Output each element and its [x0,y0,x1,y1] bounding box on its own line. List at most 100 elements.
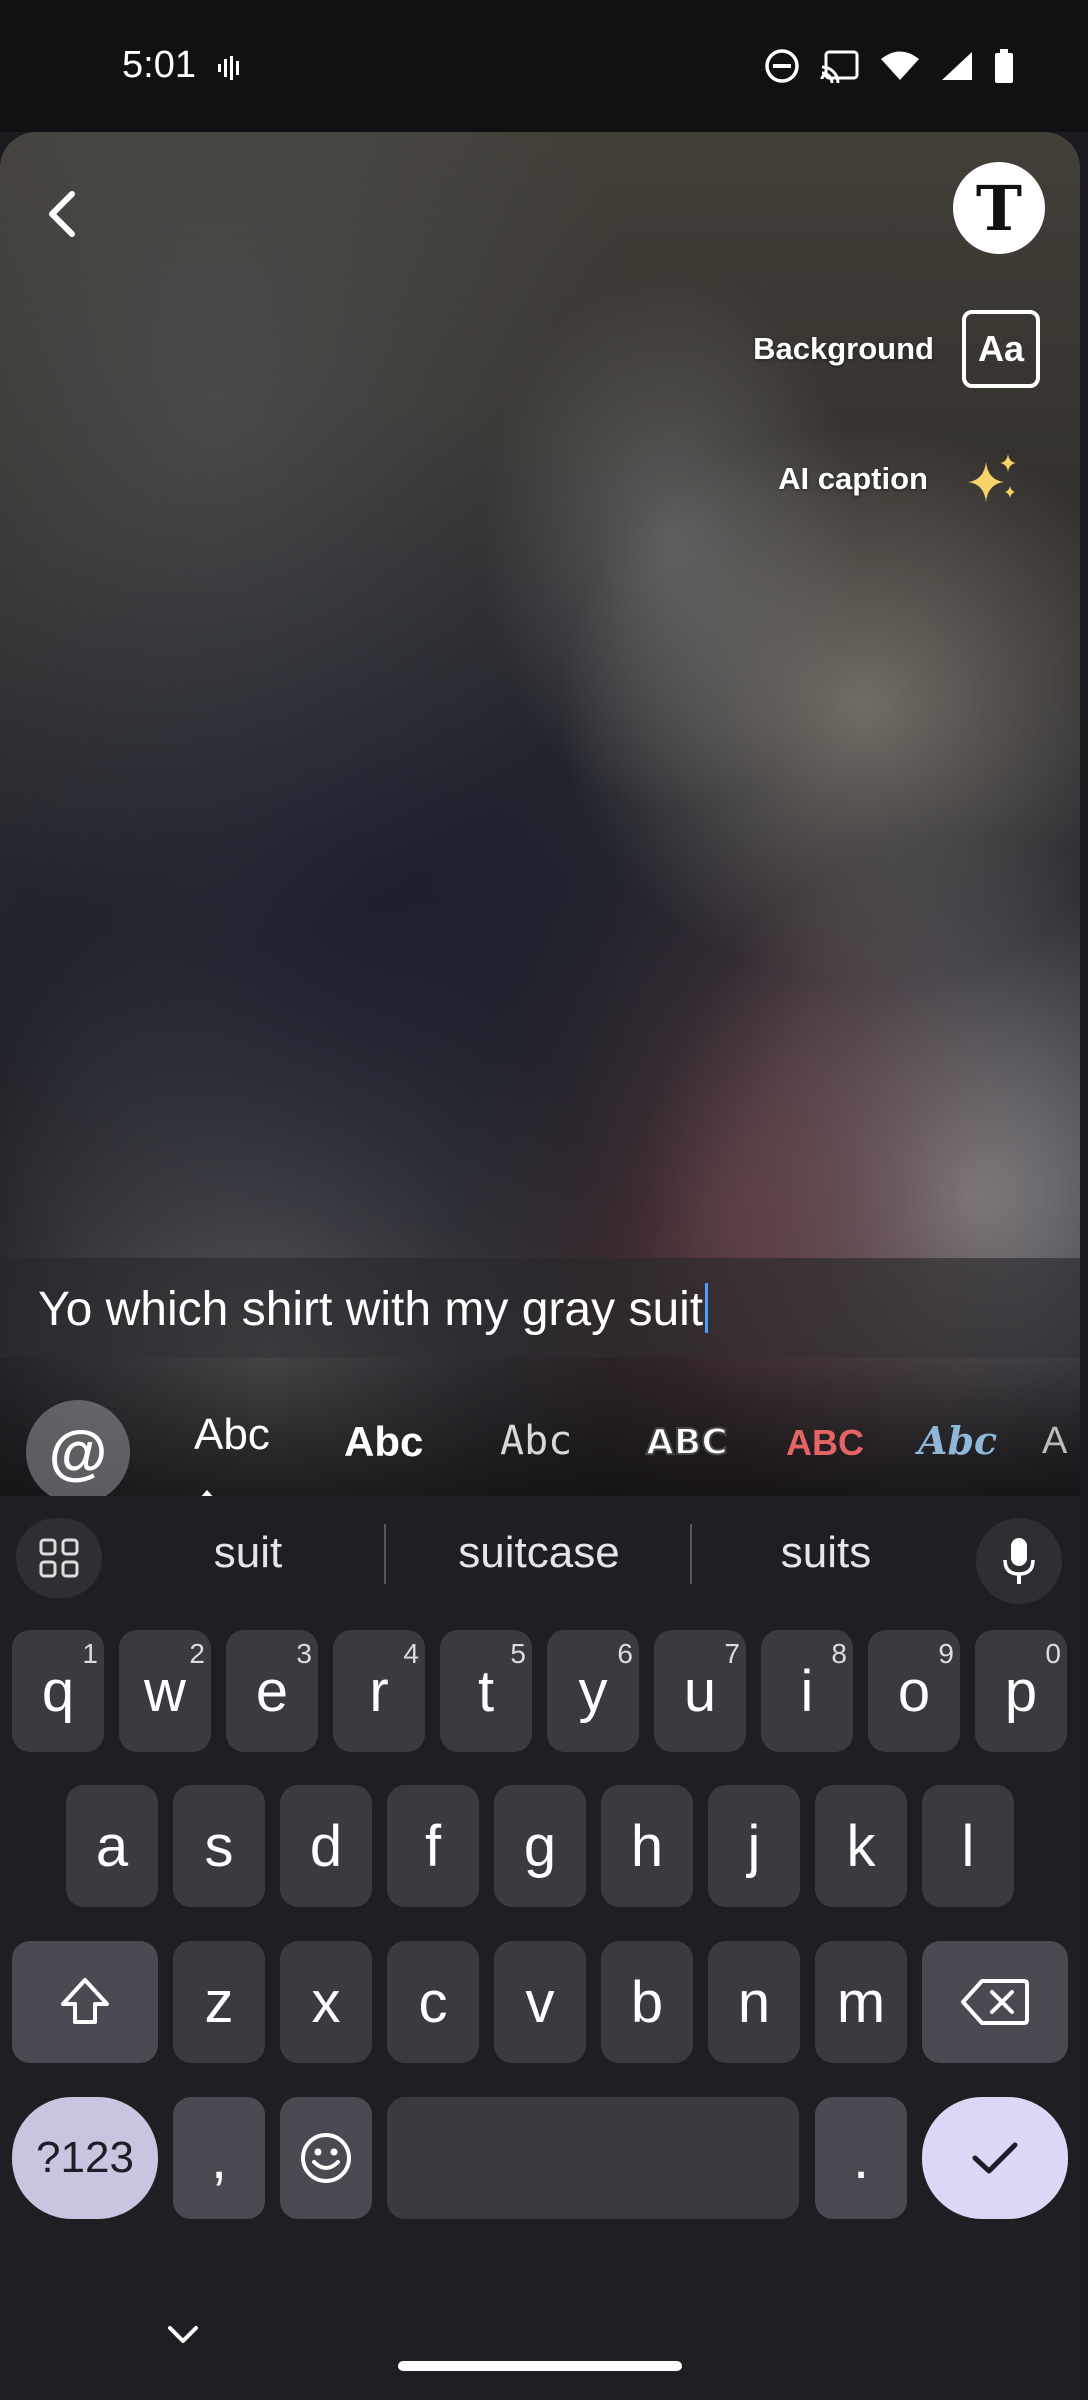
period-key[interactable]: . [815,2097,907,2219]
do-not-disturb-icon [765,49,799,83]
text-tool-label: T [975,172,1023,245]
key-q-hint: 1 [82,1638,98,1669]
key-u-hint: 7 [724,1638,740,1669]
keyboard: suit suitcase suits q1 w2 e3 r4 t5 y6 u7… [0,1496,1080,2400]
space-key[interactable] [387,2097,799,2219]
key-y[interactable]: y6 [547,1630,639,1752]
key-v[interactable]: v [494,1941,586,2063]
background-label: Background [753,331,934,366]
shift-key[interactable] [12,1941,158,2063]
mention-button[interactable]: @ [26,1400,130,1497]
key-j[interactable]: j [708,1785,800,1907]
key-l[interactable]: l [922,1785,1014,1907]
story-photo[interactable]: T Background Aa AI caption Yo which shir… [0,132,1080,1497]
key-w[interactable]: w2 [119,1630,211,1752]
font-option-classic[interactable]: Abc [194,1410,270,1460]
shift-icon [61,1978,109,2024]
key-o[interactable]: o9 [868,1630,960,1752]
key-p-label: p [1004,1658,1038,1724]
hide-keyboard-icon[interactable] [166,2324,200,2346]
font-option-more[interactable]: A [1042,1420,1067,1463]
key-q-label: q [41,1658,75,1724]
key-t-label: t [477,1658,495,1724]
suggestion-3[interactable]: suits [726,1528,926,1578]
emoji-key[interactable] [280,2097,372,2219]
suggestion-divider [384,1524,386,1584]
microphone-icon [1003,1538,1035,1584]
caption-bar[interactable]: Yo which shirt with my gray suit [0,1258,1080,1358]
status-icons [764,48,1014,84]
emoji-icon [301,2133,351,2183]
key-u-label: u [683,1658,717,1724]
ai-caption-label: AI caption [778,461,928,496]
caption-input[interactable]: Yo which shirt with my gray suit [38,1282,709,1337]
voice-activity-icon [218,56,239,80]
signal-icon [942,52,972,80]
key-y-hint: 6 [617,1638,633,1669]
key-w-hint: 2 [189,1638,205,1669]
font-option-typewriter[interactable]: Abc [500,1418,572,1464]
wifi-icon [881,51,919,80]
key-r-label: r [369,1658,389,1724]
done-key[interactable] [922,2097,1068,2219]
cast-icon [820,50,859,83]
suggestion-2[interactable]: suitcase [414,1528,664,1578]
key-i[interactable]: i8 [761,1630,853,1752]
back-arrow-icon[interactable] [38,182,86,246]
key-k[interactable]: k [815,1785,907,1907]
key-t-hint: 5 [510,1638,526,1669]
symbols-key[interactable]: ?123 [12,2097,158,2219]
key-e[interactable]: e3 [226,1630,318,1752]
gesture-nav-handle[interactable] [398,2361,682,2371]
key-b[interactable]: b [601,1941,693,2063]
font-option-bold[interactable]: Abc [344,1418,423,1466]
comma-key[interactable]: , [173,2097,265,2219]
key-e-hint: 3 [296,1638,312,1669]
apps-grid-icon [39,1538,79,1578]
key-m[interactable]: m [815,1941,907,2063]
key-d[interactable]: d [280,1785,372,1907]
key-r-hint: 4 [403,1638,419,1669]
key-f[interactable]: f [387,1785,479,1907]
sparkles-icon[interactable] [966,452,1020,506]
key-n[interactable]: n [708,1941,800,2063]
text-tool-button[interactable]: T [953,162,1045,254]
key-p[interactable]: p0 [975,1630,1067,1752]
status-time: 5:01 [122,44,196,86]
backspace-key[interactable] [922,1941,1068,2063]
font-style-row[interactable]: @ Abc Abc Abc ABC ABC Abc A [0,1358,1080,1497]
battery-icon [995,49,1013,83]
key-c[interactable]: c [387,1941,479,2063]
key-o-label: o [897,1658,931,1724]
key-e-label: e [255,1658,289,1724]
key-h[interactable]: h [601,1785,693,1907]
key-u[interactable]: u7 [654,1630,746,1752]
text-cursor [705,1283,709,1333]
key-o-hint: 9 [938,1638,954,1669]
key-x[interactable]: x [280,1941,372,2063]
suggestion-1[interactable]: suit [148,1528,348,1578]
voice-input-button[interactable] [976,1518,1062,1604]
mention-symbol: @ [48,1418,108,1486]
key-i-label: i [800,1658,814,1724]
status-bar: 5:01 [0,0,1088,132]
key-g[interactable]: g [494,1785,586,1907]
key-r[interactable]: r4 [333,1630,425,1752]
key-p-hint: 0 [1045,1638,1061,1669]
suggestion-divider [690,1524,692,1584]
key-a[interactable]: a [66,1785,158,1907]
key-t[interactable]: t5 [440,1630,532,1752]
key-s[interactable]: s [173,1785,265,1907]
key-q[interactable]: q1 [12,1630,104,1752]
text-background-icon[interactable]: Aa [962,310,1040,388]
font-option-gothic[interactable]: Abc [918,1418,997,1463]
background-option[interactable]: Background Aa [753,310,1040,388]
checkmark-icon [972,2142,1018,2174]
key-z[interactable]: z [173,1941,265,2063]
font-option-neon[interactable]: ABC [786,1422,864,1464]
caption-text: Yo which shirt with my gray suit [38,1283,704,1336]
keyboard-menu-button[interactable] [16,1518,102,1598]
font-option-outline[interactable]: ABC [645,1421,729,1464]
ai-caption-option[interactable]: AI caption [778,452,1020,506]
key-w-label: w [144,1658,186,1724]
